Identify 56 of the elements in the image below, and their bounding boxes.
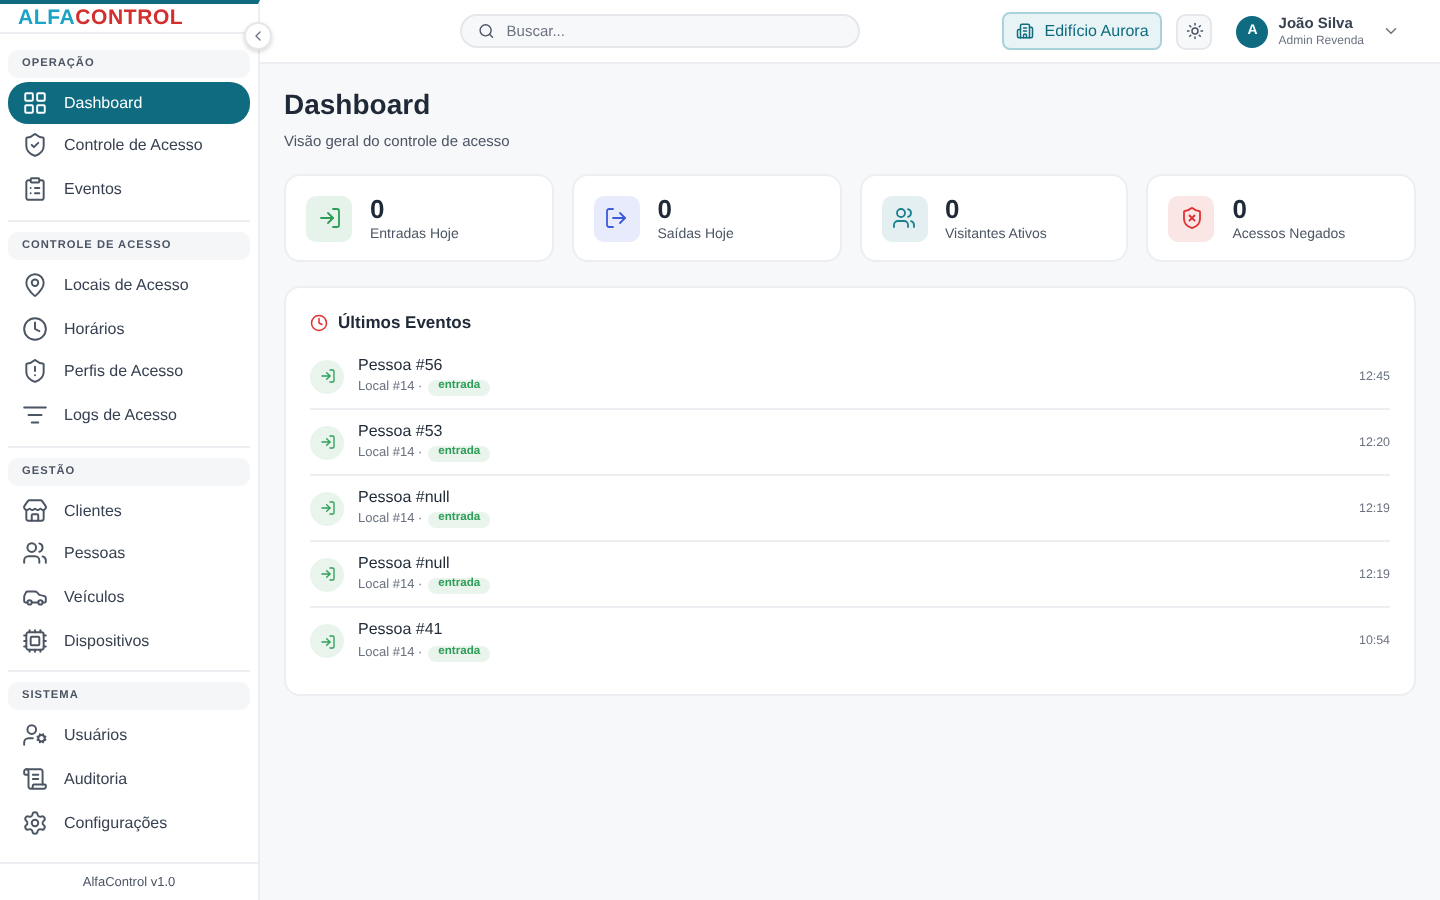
building-icon	[1016, 22, 1035, 40]
logout-icon	[604, 206, 629, 230]
user-gear-icon	[22, 722, 48, 749]
clock-icon	[310, 313, 328, 331]
page-title: Dashboard	[284, 88, 433, 120]
shield-check-icon	[22, 132, 48, 159]
login-icon	[319, 368, 335, 384]
sidebar-item[interactable]: Controle de Acesso	[8, 124, 250, 167]
login-icon	[319, 434, 335, 450]
login-icon	[319, 633, 335, 649]
sidebar-item[interactable]: Usuários	[8, 714, 250, 757]
stat-value: 0	[370, 194, 387, 224]
sidebar-item[interactable]: Locais de Acesso	[8, 263, 250, 306]
shield-icon	[22, 358, 48, 385]
sidebar-item[interactable]: Clientes	[8, 489, 250, 532]
clipboard-icon	[22, 176, 48, 203]
search-icon	[478, 22, 495, 40]
sidebar-item[interactable]: Dashboard	[8, 81, 250, 124]
building-button[interactable]: Edifício Aurora	[1002, 12, 1163, 50]
grid-icon	[22, 89, 48, 116]
login-icon	[317, 206, 341, 230]
event-person: Pessoa #53	[358, 421, 445, 441]
sidebar-item[interactable]: Configurações	[8, 801, 250, 844]
store-icon	[22, 497, 48, 524]
event-person: Pessoa #null	[358, 487, 452, 507]
chevron-down-icon[interactable]	[1382, 22, 1400, 40]
chevron-left-icon	[250, 28, 266, 44]
users-icon	[22, 540, 48, 567]
sidebar-item[interactable]: Veículos	[8, 575, 250, 618]
logo: ALFACONTROL	[18, 5, 184, 30]
event-person: Pessoa #56	[358, 355, 445, 375]
event-person: Pessoa #41	[358, 620, 445, 640]
event-person: Pessoa #null	[358, 553, 452, 573]
login-icon	[319, 500, 335, 516]
theme-button[interactable]	[1176, 13, 1213, 49]
sidebar-item[interactable]: Dispositivos	[8, 619, 250, 662]
sidebar-item[interactable]: Eventos	[8, 168, 250, 211]
settings-icon	[22, 809, 48, 836]
clock-icon	[22, 315, 48, 342]
sidebar-item[interactable]: Horários	[8, 307, 250, 350]
stat-value: 0	[1232, 194, 1249, 224]
sidebar-item[interactable]: Perfis de Acesso	[8, 350, 250, 393]
sun-icon	[1185, 22, 1204, 40]
filter-icon	[22, 401, 48, 428]
map-pin-icon	[22, 271, 48, 298]
stat-value: 0	[657, 194, 674, 224]
scroll-icon	[22, 766, 48, 793]
chip-icon	[22, 627, 48, 654]
users-icon	[892, 206, 916, 230]
shield-x-icon	[1179, 206, 1204, 230]
login-icon	[319, 566, 335, 582]
sidebar-item[interactable]: Logs de Acesso	[8, 393, 250, 436]
stat-value: 0	[945, 194, 962, 224]
panel-title: Últimos Eventos	[338, 312, 472, 332]
sidebar-item[interactable]: Auditoria	[8, 758, 250, 801]
sidebar-item[interactable]: Pessoas	[8, 532, 250, 575]
